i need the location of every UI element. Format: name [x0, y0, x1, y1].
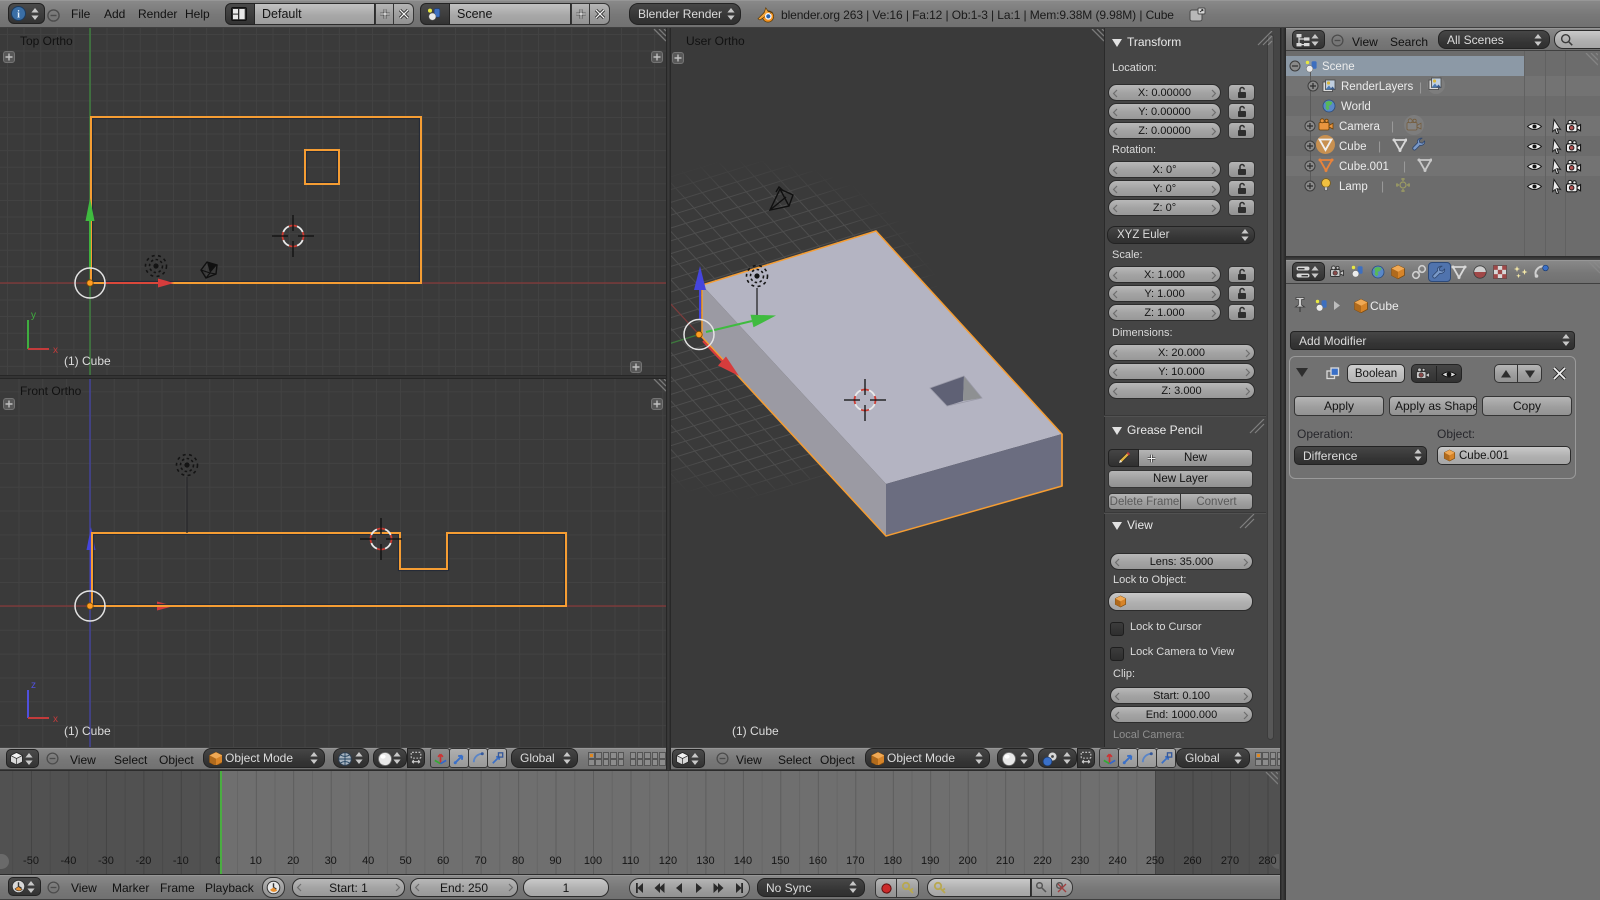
svg-text:i: i	[17, 9, 20, 20]
svg-text:x: x	[53, 345, 58, 356]
svg-text:z: z	[31, 680, 36, 691]
svg-text:x: x	[53, 714, 58, 725]
svg-text:y: y	[31, 310, 36, 321]
